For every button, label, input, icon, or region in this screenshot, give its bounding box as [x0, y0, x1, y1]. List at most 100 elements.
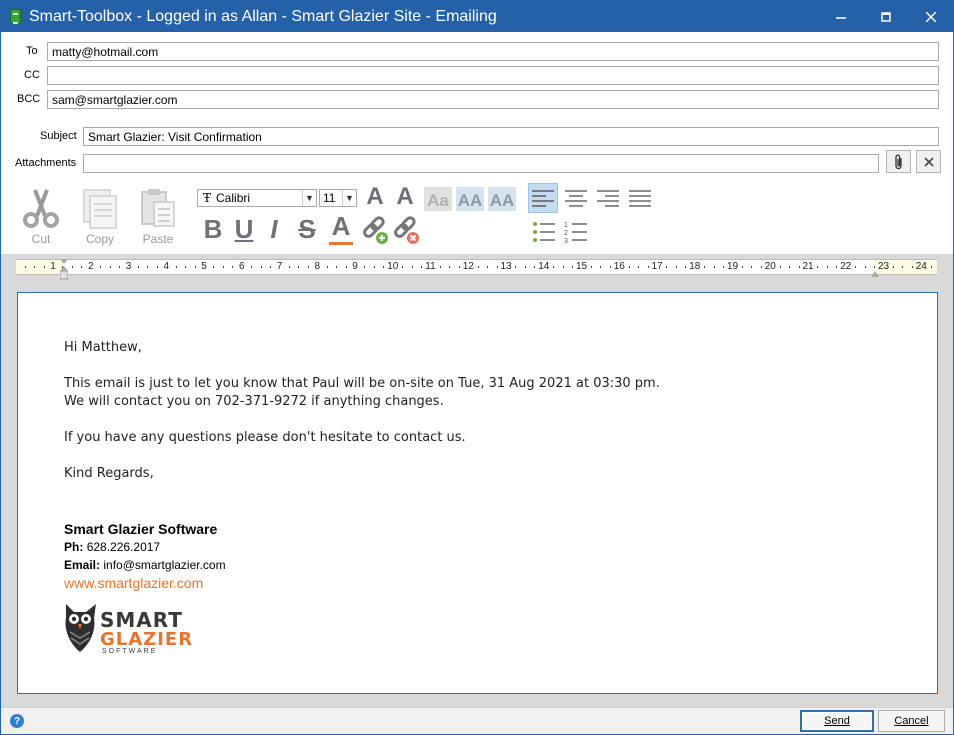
ruler-number: 4	[163, 261, 170, 272]
subject-label: Subject	[40, 130, 77, 142]
left-indent-marker[interactable]	[60, 259, 68, 280]
copy-button[interactable]: Copy	[76, 185, 124, 246]
attachments-label: Attachments	[15, 157, 77, 169]
superscript-button[interactable]: AA	[456, 187, 484, 211]
maximize-icon	[880, 11, 891, 22]
ruler-tick	[449, 266, 451, 268]
align-right-button[interactable]	[593, 183, 623, 213]
title-bar[interactable]: Smart-Toolbox - Logged in as Allan - Sma…	[1, 1, 953, 32]
shrink-font-button[interactable]: A	[393, 183, 417, 211]
close-button[interactable]	[908, 1, 953, 32]
ruler-tick	[364, 266, 366, 268]
close-icon	[925, 11, 936, 22]
align-center-button[interactable]	[561, 183, 591, 213]
ruler-tick	[137, 266, 139, 268]
ruler-tick	[213, 266, 215, 268]
cc-field[interactable]	[47, 66, 939, 85]
email-body-editor[interactable]: Hi Matthew, This email is just to let yo…	[17, 292, 938, 694]
bcc-field[interactable]: sam@smartglazier.com	[47, 90, 939, 109]
clear-format-icon: Aa	[427, 191, 449, 210]
ruler-tick	[100, 266, 102, 268]
underline-button[interactable]: U	[232, 214, 256, 245]
italic-button[interactable]: I	[264, 214, 284, 245]
ruler-tick	[251, 266, 253, 268]
ruler-number: 6	[238, 261, 245, 272]
attachments-field[interactable]	[83, 154, 879, 173]
maximize-button[interactable]	[863, 1, 908, 32]
company-logo: SMART GLAZIER SOFTWARE	[62, 602, 192, 657]
ruler-tick	[675, 266, 677, 268]
svg-text:2: 2	[564, 230, 568, 237]
ruler-tick	[751, 266, 753, 268]
app-icon	[10, 9, 21, 24]
chevron-down-icon: ▼	[342, 190, 356, 206]
cut-button[interactable]: Cut	[17, 185, 65, 246]
font-type-icon: Ŧ	[203, 191, 212, 205]
paste-icon	[141, 188, 175, 227]
font-family-value: Calibri	[216, 191, 251, 205]
ruler-tick	[864, 266, 866, 268]
subscript-icon: AA	[489, 191, 515, 210]
subject-field[interactable]: Smart Glazier: Visit Confirmation	[83, 127, 939, 146]
bcc-label: BCC	[17, 93, 41, 105]
numbered-list-icon: 1 2 3	[564, 222, 587, 245]
font-size-select[interactable]: 11 ▼	[319, 189, 357, 207]
ruler-number: 23	[877, 261, 890, 272]
insert-link-button[interactable]	[361, 216, 391, 246]
grow-font-button[interactable]: A	[363, 183, 387, 211]
bullet-list-button[interactable]	[531, 219, 557, 248]
justify-button[interactable]	[625, 183, 655, 213]
svg-text:3: 3	[564, 238, 568, 245]
bold-button[interactable]: B	[202, 214, 224, 245]
remove-link-button[interactable]	[392, 216, 422, 246]
cut-label: Cut	[31, 232, 51, 246]
font-family-select[interactable]: Ŧ Calibri ▼	[197, 189, 317, 207]
ruler-tick	[826, 266, 828, 268]
attach-file-button[interactable]	[886, 150, 911, 173]
ruler-number: 1	[50, 261, 56, 272]
font-color-icon: A	[331, 211, 351, 241]
ruler-tick	[892, 266, 894, 268]
signature-website-link[interactable]: www.smartglazier.com	[64, 574, 226, 592]
ruler-tick	[439, 266, 441, 268]
insert-link-icon	[363, 216, 388, 244]
ruler-tick	[553, 266, 555, 268]
ruler-tick	[741, 266, 743, 268]
ruler-number: 7	[276, 261, 283, 272]
ruler-tick	[232, 266, 234, 268]
ruler-number: 18	[689, 261, 701, 272]
clear-format-button[interactable]: Aa	[424, 187, 452, 211]
ruler-tick	[458, 266, 460, 268]
cancel-button[interactable]: Cancel	[878, 710, 945, 732]
remove-icon	[923, 156, 934, 167]
body-line: We will contact you on 702-371-9272 if a…	[64, 394, 444, 409]
ruler-tick	[156, 266, 158, 268]
ruler-tick	[628, 266, 630, 268]
signature-name: Smart Glazier Software	[64, 521, 218, 537]
ruler-tick	[270, 266, 272, 268]
numbered-list-button[interactable]: 1 2 3	[563, 219, 589, 248]
ruler-tick	[307, 266, 309, 268]
send-button[interactable]: Send	[800, 710, 874, 732]
font-color-button[interactable]: A	[329, 211, 353, 245]
subscript-button[interactable]: AA	[488, 187, 516, 211]
ruler[interactable]: 1 2 3 4 5 6 7 8 9 10 11 12 13 14 15 16 17 18 19 20 21 22 23 24	[16, 259, 937, 280]
help-icon[interactable]: ?	[10, 714, 24, 728]
remove-link-icon	[394, 216, 419, 244]
ruler-tick	[147, 266, 149, 268]
ruler-tick	[930, 266, 932, 268]
align-left-button[interactable]	[528, 183, 558, 213]
paste-button[interactable]: Paste	[134, 185, 182, 246]
remove-attachment-button[interactable]	[916, 150, 941, 173]
minimize-button[interactable]	[818, 1, 863, 32]
to-field[interactable]: matty@hotmail.com	[47, 42, 939, 61]
ruler-tick	[855, 266, 857, 268]
chevron-down-icon: ▼	[302, 190, 316, 206]
strikethrough-button[interactable]: S	[295, 214, 319, 245]
ruler-tick	[685, 266, 687, 268]
ruler-number: 22	[840, 261, 852, 272]
copy-label: Copy	[85, 232, 114, 246]
ruler-tick	[713, 266, 715, 268]
ruler-tick	[789, 266, 791, 268]
ruler-tick	[874, 266, 876, 268]
